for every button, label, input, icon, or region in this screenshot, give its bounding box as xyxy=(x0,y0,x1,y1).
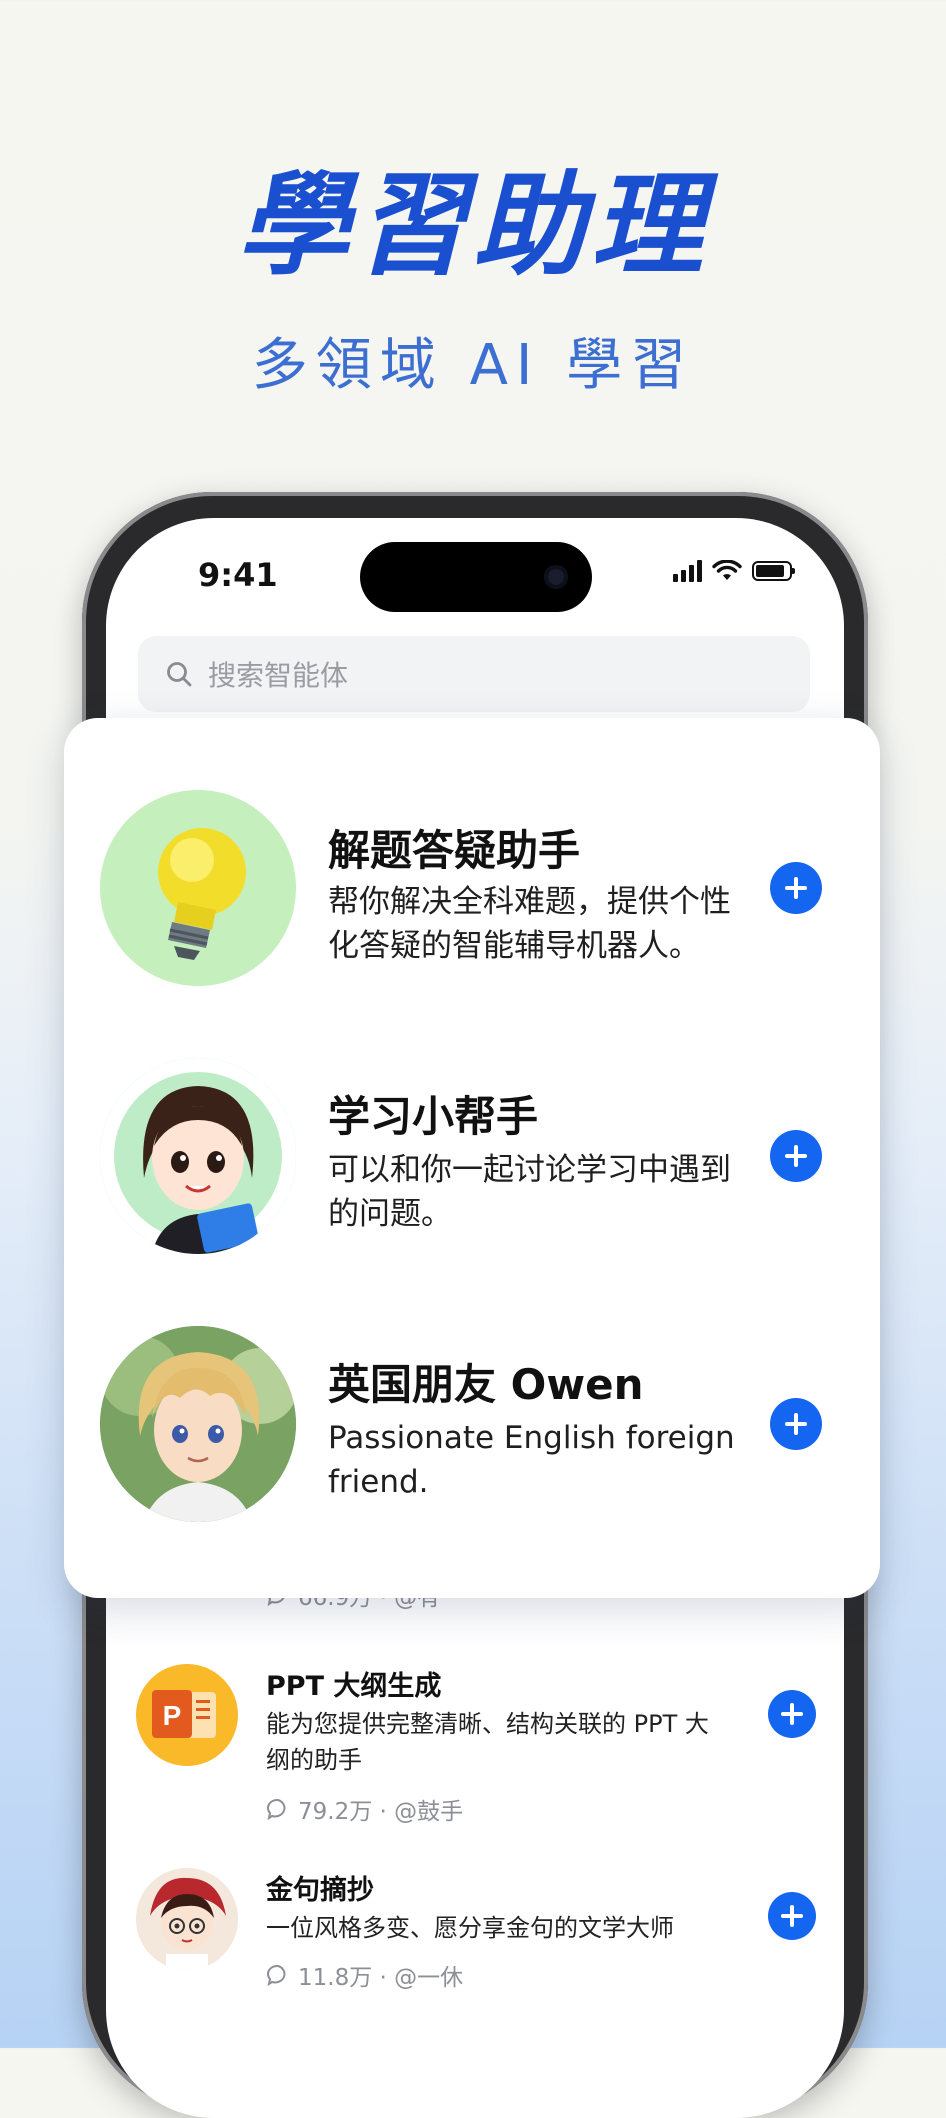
meta-text: 79.2万 · @鼓手 xyxy=(298,1799,464,1825)
comment-icon xyxy=(267,1798,286,1821)
plus-icon xyxy=(785,877,807,899)
girl-avatar xyxy=(100,1058,296,1254)
meta-text: 11.8万 · @一休 xyxy=(298,1965,464,1991)
agent-name: 学习小帮手 xyxy=(328,1092,539,1141)
comment-icon xyxy=(267,1964,286,1987)
list-item-description: 能为您提供完整清晰、结构关联的 PPT 大纲的助手 xyxy=(266,1710,709,1774)
status-icons xyxy=(673,558,795,584)
camera-icon xyxy=(544,565,568,589)
wifi-icon xyxy=(712,560,742,580)
list-item-meta: 79.2万 · @鼓手 xyxy=(266,1792,463,1826)
agent-name: 英国朋友 Owen xyxy=(328,1360,644,1409)
featured-agent[interactable]: 解题答疑助手 帮你解决全科难题，提供个性化答疑的智能辅导机器人。 xyxy=(64,790,880,1010)
add-button[interactable] xyxy=(770,862,822,914)
add-button[interactable] xyxy=(770,1130,822,1182)
add-button[interactable] xyxy=(768,1892,816,1940)
add-button[interactable] xyxy=(770,1398,822,1450)
list-item-description: 一位风格多变、愿分享金句的文学大师 xyxy=(266,1914,674,1942)
agent-description: 可以和你一起讨论学习中遇到的问题。 xyxy=(328,1152,731,1232)
agent-description: Passionate English foreign friend. xyxy=(328,1420,735,1500)
hero-title: 學習助理 xyxy=(237,161,709,291)
list-item[interactable]: P PPT 大纲生成 能为您提供完整清晰、结构关联的 PPT 大纲的助手 79.… xyxy=(136,1664,826,1834)
list-item-title: PPT 大纲生成 xyxy=(266,1671,442,1702)
agent-description: 帮你解决全科难题，提供个性化答疑的智能辅导机器人。 xyxy=(328,884,731,964)
battery-icon xyxy=(752,561,795,581)
hero-subtitle: 多領域 AI 學習 xyxy=(251,333,695,398)
writer-avatar xyxy=(136,1868,238,1970)
status-time: 9:41 xyxy=(198,556,278,594)
list-item-meta: 11.8万 · @一休 xyxy=(266,1958,463,1992)
plus-icon xyxy=(785,1145,807,1167)
list-item-title: 金句摘抄 xyxy=(266,1875,374,1906)
agent-name: 解题答疑助手 xyxy=(328,826,581,875)
list-item[interactable]: 金句摘抄 一位风格多变、愿分享金句的文学大师 11.8万 · @一休 xyxy=(136,1868,826,2008)
lightbulb-icon xyxy=(100,790,296,986)
featured-agent[interactable]: 英国朋友 Owen Passionate English foreign fri… xyxy=(64,1326,880,1546)
ppt-icon: P xyxy=(136,1664,238,1766)
plus-icon xyxy=(781,1905,803,1927)
add-button[interactable] xyxy=(768,1690,816,1738)
search-icon xyxy=(167,662,192,687)
featured-card: 解题答疑助手 帮你解决全科难题，提供个性化答疑的智能辅导机器人。 学习小帮手 可… xyxy=(64,718,880,1598)
plus-icon xyxy=(781,1703,803,1725)
boy-avatar xyxy=(100,1326,296,1522)
featured-agent[interactable]: 学习小帮手 可以和你一起讨论学习中遇到的问题。 xyxy=(64,1058,880,1278)
svg-text:P: P xyxy=(163,1700,182,1731)
plus-icon xyxy=(785,1413,807,1435)
signal-icon xyxy=(673,560,702,582)
dynamic-island xyxy=(360,542,592,612)
search-placeholder: 搜索智能体 xyxy=(208,659,349,692)
search-bar[interactable]: 搜索智能体 xyxy=(138,636,810,712)
